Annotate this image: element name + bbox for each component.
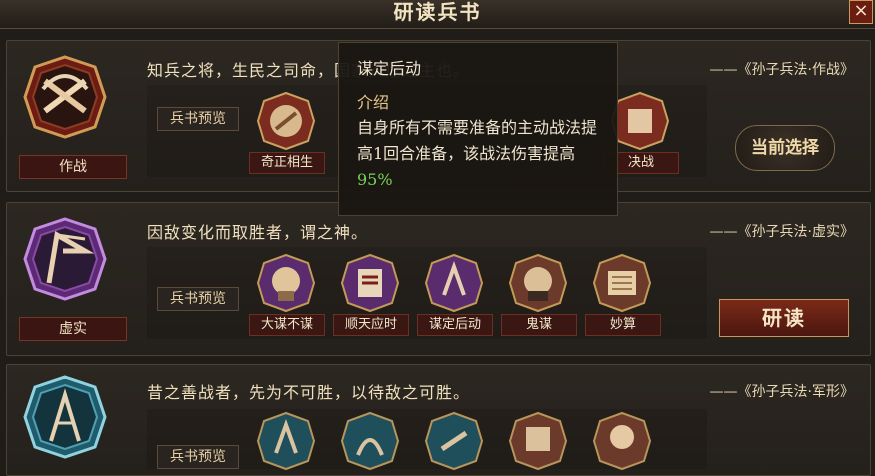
skill-item[interactable] bbox=[417, 411, 491, 471]
skill-label: 谋定后动 bbox=[417, 314, 493, 336]
skill-label: 顺天应时 bbox=[333, 314, 409, 336]
skill-item[interactable]: 鬼谋 bbox=[501, 253, 577, 336]
tooltip-title: 谋定后动 bbox=[357, 59, 422, 78]
skill-hex-icon bbox=[508, 411, 568, 471]
skill-hex-icon bbox=[508, 253, 568, 313]
tooltip-desc-text: 自身所有不需要准备的主动战法提高1回合准备，该战法伤害提高 bbox=[357, 118, 598, 163]
preview-button[interactable]: 兵书预览 bbox=[157, 445, 239, 469]
title-bar: 研读兵书 × bbox=[0, 0, 875, 29]
tooltip-description: 自身所有不需要准备的主动战法提高1回合准备，该战法伤害提高 95% bbox=[357, 115, 607, 193]
skill-hex-icon bbox=[592, 253, 652, 313]
swords-emblem-icon bbox=[23, 55, 107, 139]
book-panel-xushi: 虚实 因敌变化而取胜者，谓之神。 ——《孙子兵法·虚实》 兵书预览 大谋不谋 顺… bbox=[6, 202, 871, 356]
skill-hex-icon bbox=[256, 91, 316, 151]
skill-item[interactable]: 奇正相生 bbox=[249, 91, 325, 174]
skill-item[interactable] bbox=[501, 411, 575, 471]
skill-label: 妙算 bbox=[585, 314, 661, 336]
tab-xushi[interactable]: 虚实 bbox=[19, 317, 127, 341]
book-source: ——《孙子兵法·作战》 bbox=[709, 62, 854, 78]
skill-item[interactable] bbox=[249, 411, 323, 471]
skill-hex-icon bbox=[592, 411, 652, 471]
preview-button[interactable]: 兵书预览 bbox=[157, 287, 239, 311]
skill-item[interactable] bbox=[333, 411, 407, 471]
page-title: 研读兵书 bbox=[393, 0, 482, 24]
skill-item[interactable]: 顺天应时 bbox=[333, 253, 409, 336]
skill-hex-icon bbox=[424, 411, 484, 471]
skill-label: 奇正相生 bbox=[249, 152, 325, 174]
skill-hex-icon bbox=[424, 253, 484, 313]
book-panel-junxing: 昔之善战者，先为不可胜，以待敌之可胜。 ——《孙子兵法·军形》 兵书预览 bbox=[6, 364, 871, 476]
skill-hex-icon bbox=[340, 253, 400, 313]
skill-hex-icon bbox=[610, 91, 670, 151]
skill-item[interactable]: 妙算 bbox=[585, 253, 661, 336]
fortress-emblem-icon bbox=[23, 375, 107, 459]
current-select-button[interactable]: 当前选择 bbox=[735, 125, 835, 171]
skill-label: 鬼谋 bbox=[501, 314, 577, 336]
study-button[interactable]: 研读 bbox=[719, 299, 849, 337]
flag-emblem-icon bbox=[23, 217, 107, 301]
skill-label: 大谋不谋 bbox=[249, 314, 325, 336]
tooltip-desc-highlight: 95% bbox=[357, 170, 393, 189]
skill-hex-icon bbox=[256, 253, 316, 313]
book-quote: 昔之善战者，先为不可胜，以待敌之可胜。 bbox=[147, 383, 471, 402]
skill-hex-icon bbox=[256, 411, 316, 471]
skill-item[interactable] bbox=[585, 411, 659, 471]
skill-hex-icon bbox=[340, 411, 400, 471]
skill-tooltip: 谋定后动 介绍 自身所有不需要准备的主动战法提高1回合准备，该战法伤害提高 95% bbox=[338, 42, 618, 216]
tooltip-section: 介绍 bbox=[357, 93, 390, 112]
book-source: ——《孙子兵法·军形》 bbox=[709, 384, 854, 400]
skill-item[interactable]: 谋定后动 bbox=[417, 253, 493, 336]
close-button[interactable]: × bbox=[849, 0, 873, 24]
tab-zuozhan[interactable]: 作战 bbox=[19, 155, 127, 179]
skill-item[interactable]: 大谋不谋 bbox=[249, 253, 325, 336]
book-source: ——《孙子兵法·虚实》 bbox=[709, 224, 854, 240]
preview-button[interactable]: 兵书预览 bbox=[157, 107, 239, 131]
book-quote: 因敌变化而取胜者，谓之神。 bbox=[147, 223, 369, 242]
